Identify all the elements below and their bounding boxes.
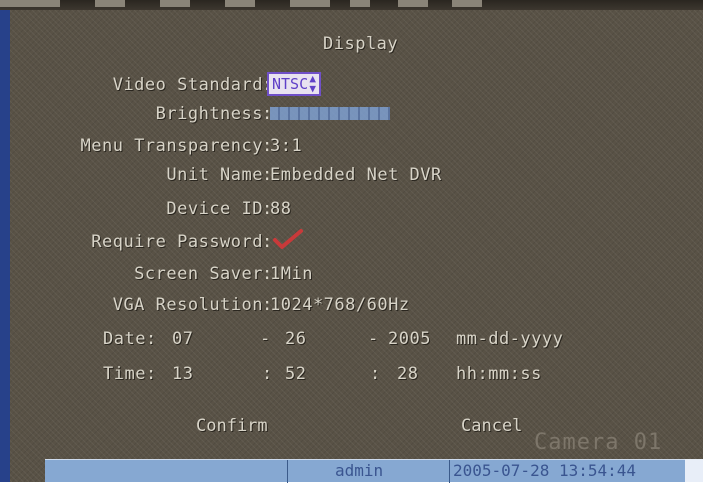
menu-transparency-value[interactable]: 3:1 <box>270 135 302 157</box>
time-second-field[interactable]: 28 <box>397 363 418 385</box>
date-format-label: mm-dd-yyyy <box>456 329 564 349</box>
date-day-field[interactable]: 26 <box>285 328 306 350</box>
device-id-field[interactable]: 88 <box>270 198 291 220</box>
screen-saver-value[interactable]: 1Min <box>270 263 313 285</box>
date-year-field[interactable]: 2005 <box>388 328 431 350</box>
date-label: Date: <box>103 329 157 349</box>
camera-watermark: Camera 01 <box>534 430 663 455</box>
status-bar: admin 2005-07-28 13:54:44 <box>45 459 685 483</box>
brightness-slider[interactable] <box>270 107 390 120</box>
unit-name-field[interactable]: Embedded Net DVR <box>270 164 442 186</box>
top-strip <box>0 0 703 10</box>
unit-name-label: Unit Name <box>166 165 263 185</box>
up-down-arrows-icon: ▲ ▼ <box>309 72 316 95</box>
right-edge <box>685 459 703 482</box>
require-password-label: Require Password <box>91 232 263 252</box>
date-month-field[interactable]: 07 <box>172 328 193 350</box>
video-standard-select[interactable]: NTSC ▲ ▼ <box>267 72 321 96</box>
video-standard-label: Video Standard <box>112 75 263 95</box>
vga-resolution-value[interactable]: 1024*768/60Hz <box>270 294 410 316</box>
checkmark-icon <box>273 229 303 249</box>
page-title: Display <box>323 34 399 54</box>
date-separator-2: - <box>368 329 379 349</box>
time-separator-2: : <box>370 364 381 384</box>
time-minute-field[interactable]: 52 <box>285 363 306 385</box>
time-label: Time: <box>103 364 157 384</box>
require-password-checkbox[interactable] <box>271 228 307 250</box>
left-edge-border <box>0 10 10 482</box>
video-standard-value: NTSC <box>272 75 309 93</box>
screen-saver-label: Screen Saver <box>134 264 263 284</box>
dvr-display-screen: Display Video Standard : NTSC ▲▼ Brightn… <box>0 0 703 483</box>
status-user: admin <box>335 461 384 480</box>
cancel-button[interactable]: Cancel <box>461 415 522 437</box>
date-separator-1: - <box>260 329 271 349</box>
vga-resolution-label: VGA Resolution <box>112 295 263 315</box>
time-hour-field[interactable]: 13 <box>172 363 193 385</box>
confirm-button[interactable]: Confirm <box>196 415 268 437</box>
brightness-label: Brightness <box>155 104 263 124</box>
device-id-label: Device ID <box>166 199 263 219</box>
menu-transparency-label: Menu Transparency <box>80 136 263 156</box>
time-format-label: hh:mm:ss <box>456 364 542 384</box>
status-datetime: 2005-07-28 13:54:44 <box>453 461 637 480</box>
time-separator-1: : <box>262 364 273 384</box>
